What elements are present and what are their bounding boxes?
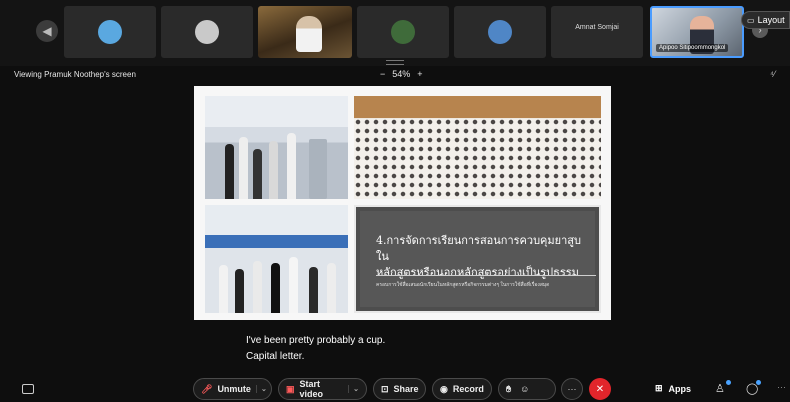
unmute-button[interactable]: 🎤︎ Unmute ⌄ <box>193 378 272 400</box>
record-label: Record <box>452 384 484 394</box>
video-off-icon: ▣ <box>286 383 295 394</box>
slide-title: 4.การจัดการเรียนการสอนการควบคุมยาสูบใน ห… <box>376 233 591 281</box>
slide-photo-hall <box>205 205 348 313</box>
start-video-label: Start video <box>299 379 324 399</box>
viewing-label: Viewing Pramuk Noothep's screen <box>14 70 136 79</box>
unmute-label: Unmute <box>217 384 251 394</box>
notification-dot <box>726 380 731 385</box>
slide-text-panel: 4.การจัดการเรียนการสอนการควบคุมยาสูบใน ห… <box>354 205 601 313</box>
participant-video <box>296 16 322 52</box>
slide-subtitle: ครอบการใช้สื่อเสนอนักเรียนในหลักสูตรหรือ… <box>376 282 550 288</box>
participant-tile[interactable] <box>64 6 156 58</box>
chat-bubble-icon: ◯ <box>746 383 759 395</box>
zoom-in-button[interactable]: + <box>417 69 422 79</box>
slide-title-line: 4.การจัดการเรียนการสอนการควบคุมยาสูบใน <box>376 234 581 263</box>
start-video-button[interactable]: ▣ Start video ⌄ <box>278 378 367 400</box>
avatar <box>488 20 512 44</box>
active-speaker-tile[interactable]: Apipoo Sitipoommongkol <box>650 6 744 58</box>
slide-photo-hallway <box>205 96 348 199</box>
layout-icon: ▭ <box>747 15 755 25</box>
avatar <box>391 20 415 44</box>
apps-button[interactable]: ⊞ Apps <box>655 383 691 394</box>
leave-button[interactable]: ✕ <box>589 378 611 400</box>
notification-dot <box>756 380 761 385</box>
record-icon: ◉ <box>440 383 448 394</box>
participants-button[interactable]: ♙ <box>715 380 731 395</box>
layout-button[interactable]: ▭ Layout <box>741 11 790 29</box>
participant-tile[interactable] <box>454 6 546 58</box>
people-icon: ♙ <box>715 383 725 395</box>
raise-hand-icon[interactable]: ✋︎ <box>506 384 511 395</box>
slide-title-line: หลักสูตรหรือนอกหลักสูตรอย่างเป็นรูปธรรม <box>376 266 579 279</box>
zoom-control: − 54% + <box>380 69 423 79</box>
caption-line: Capital letter. <box>246 351 305 362</box>
share-button[interactable]: ⊡ Share <box>373 378 426 400</box>
participant-name: Amnat Somjai <box>575 24 619 31</box>
apps-label: Apps <box>668 383 692 394</box>
participant-tile[interactable] <box>161 6 253 58</box>
more-icon: ··· <box>567 384 577 394</box>
zoom-out-button[interactable]: − <box>380 69 385 79</box>
chat-panel-button[interactable]: ◯ <box>746 380 761 395</box>
apps-icon: ⊞ <box>655 383 663 393</box>
participant-video-tile[interactable] <box>258 6 352 58</box>
slide-photo-auditorium <box>354 96 601 199</box>
participant-tile[interactable]: Amnat Somjai <box>551 6 643 58</box>
caption-line: I've been pretty probably a cup. <box>246 335 386 346</box>
avatar <box>195 20 219 44</box>
chevron-down-icon[interactable]: ⌄ <box>255 385 267 393</box>
avatar <box>98 20 122 44</box>
more-options-button[interactable]: ··· <box>561 378 583 400</box>
record-button[interactable]: ◉ Record <box>432 378 492 400</box>
participant-tile[interactable] <box>357 6 449 58</box>
zoom-level: 54% <box>392 69 411 79</box>
share-icon: ⊡ <box>381 383 389 394</box>
participant-name: Apipoo Sitipoommongkol <box>656 44 729 52</box>
chat-icon[interactable] <box>22 384 34 394</box>
emoji-icon[interactable]: ☺ <box>520 384 529 394</box>
mic-off-icon: 🎤︎ <box>201 383 213 394</box>
divider <box>376 275 596 276</box>
scroll-left-icon[interactable]: ◀ <box>36 20 58 42</box>
drag-handle[interactable] <box>386 60 404 65</box>
overflow-icon[interactable]: ⋯ <box>777 382 786 393</box>
layout-label: Layout <box>757 15 785 25</box>
close-icon: ✕ <box>595 383 605 395</box>
chevron-down-icon[interactable]: ⌄ <box>348 385 359 393</box>
reactions-group: ✋︎ ☺ <box>498 378 556 400</box>
share-label: Share <box>393 384 419 394</box>
annotate-icon[interactable]: ⁴⁄ <box>770 69 775 79</box>
